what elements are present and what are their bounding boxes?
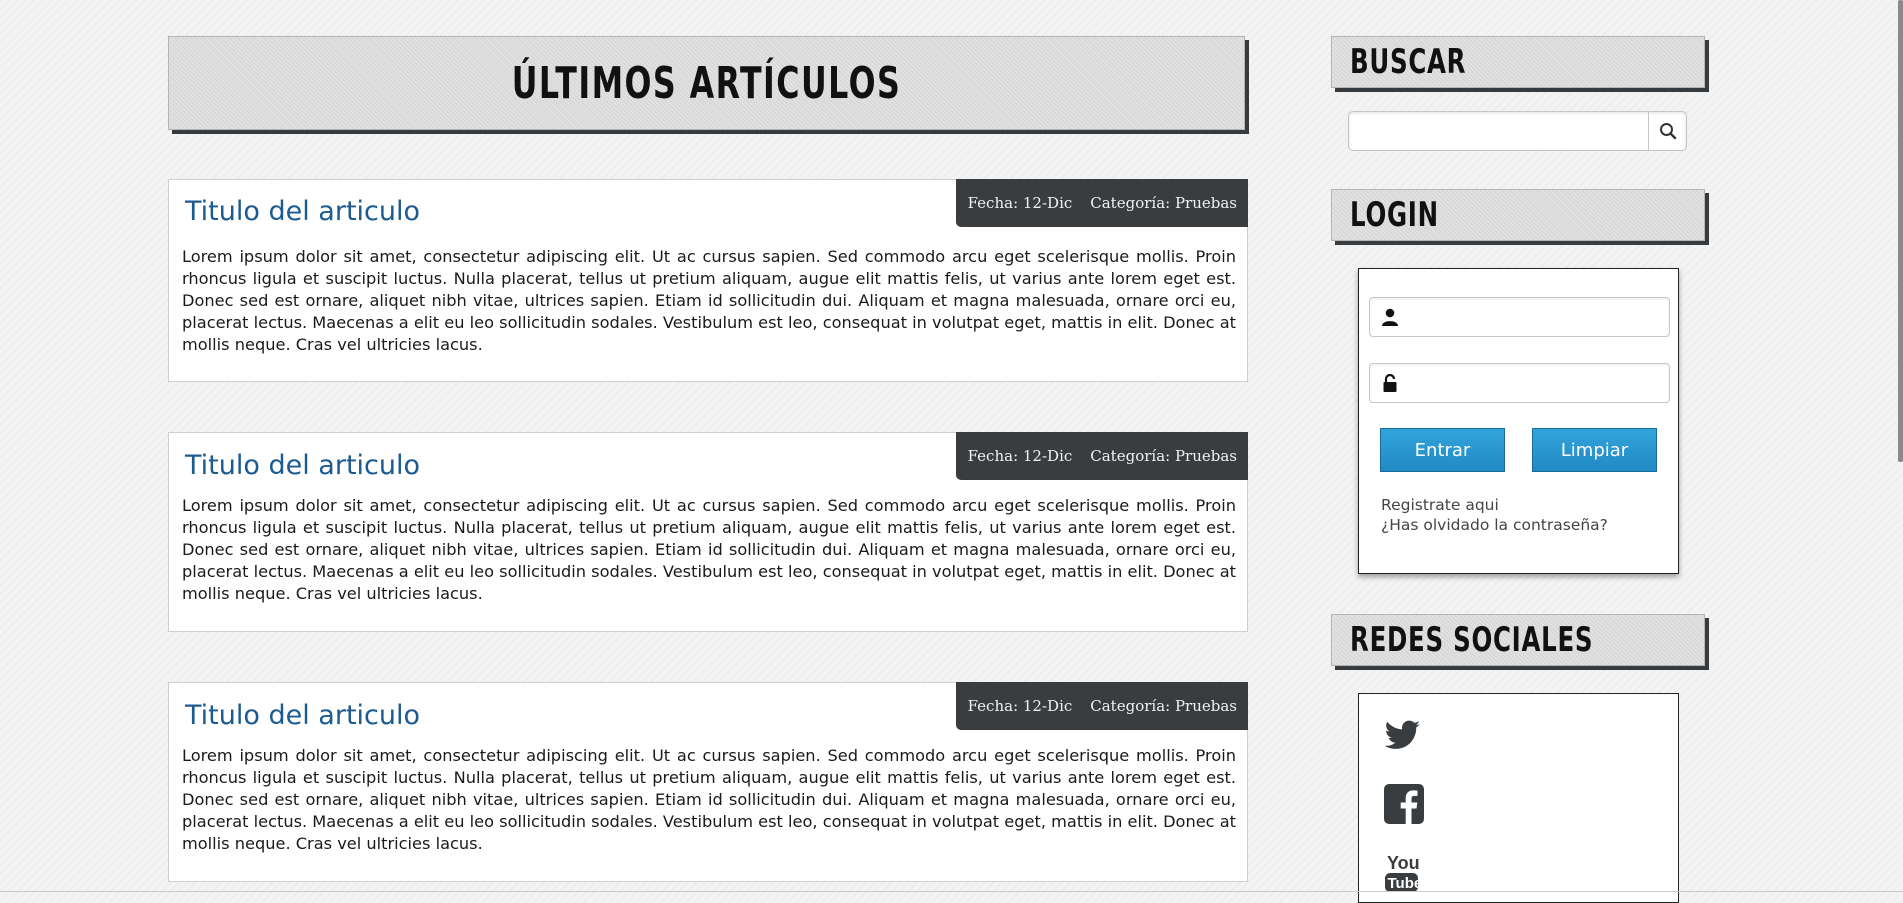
social-heading: REDES SOCIALES	[1350, 620, 1594, 660]
article-date: Fecha: 12-Dic	[967, 447, 1073, 465]
article-category[interactable]: Categoría: Pruebas	[1090, 447, 1237, 465]
social-panel: You Tube	[1358, 693, 1679, 903]
article-meta-bar: Fecha: 12-Dic Categoría: Pruebas	[955, 682, 1248, 730]
article-title-link[interactable]: Titulo del articulo	[185, 450, 420, 481]
register-link[interactable]: Registrate aqui	[1381, 496, 1499, 514]
article-date: Fecha: 12-Dic	[967, 697, 1073, 715]
article-category[interactable]: Categoría: Pruebas	[1090, 697, 1237, 715]
search-box	[1348, 111, 1687, 151]
article-card: Fecha: 12-Dic Categoría: Pruebas Titulo …	[168, 179, 1248, 382]
article-category[interactable]: Categoría: Pruebas	[1090, 194, 1237, 212]
svg-text:Tube: Tube	[1388, 875, 1421, 892]
login-panel: Entrar Limpiar Registrate aqui ¿Has olvi…	[1358, 268, 1679, 574]
article-body: Lorem ipsum dolor sit amet, consectetur …	[182, 247, 1236, 354]
search-input[interactable]	[1349, 112, 1649, 150]
login-clear-button[interactable]: Limpiar	[1532, 428, 1657, 472]
search-heading-box: BUSCAR	[1331, 36, 1705, 88]
article-meta-bar: Fecha: 12-Dic Categoría: Pruebas	[955, 432, 1248, 480]
article-body: Lorem ipsum dolor sit amet, consectetur …	[182, 746, 1236, 853]
username-field[interactable]	[1369, 297, 1670, 338]
login-heading-box: LOGIN	[1331, 189, 1705, 241]
svg-text:You: You	[1387, 853, 1420, 873]
article-meta-bar: Fecha: 12-Dic Categoría: Pruebas	[955, 179, 1248, 227]
username-input[interactable]	[1404, 298, 1668, 338]
login-heading: LOGIN	[1350, 195, 1439, 235]
search-button[interactable]	[1648, 112, 1686, 150]
password-input[interactable]	[1404, 364, 1668, 404]
search-heading: BUSCAR	[1350, 42, 1467, 82]
password-field[interactable]	[1369, 363, 1670, 404]
scrollbar[interactable]	[1898, 0, 1903, 462]
twitter-icon[interactable]	[1383, 720, 1421, 754]
social-heading-box: REDES SOCIALES	[1331, 614, 1705, 666]
article-title-link[interactable]: Titulo del articulo	[185, 196, 420, 227]
article-card: Fecha: 12-Dic Categoría: Pruebas Titulo …	[168, 432, 1248, 632]
main-heading-box: ÚLTIMOS ARTÍCULOS	[168, 36, 1245, 130]
page-title: ÚLTIMOS ARTÍCULOS	[511, 57, 902, 109]
forgot-password-link[interactable]: ¿Has olvidado la contraseña?	[1381, 516, 1608, 534]
lock-icon	[1378, 364, 1402, 402]
article-title-link[interactable]: Titulo del articulo	[185, 700, 420, 731]
user-icon	[1378, 298, 1402, 336]
article-date: Fecha: 12-Dic	[967, 194, 1073, 212]
article-body: Lorem ipsum dolor sit amet, consectetur …	[182, 496, 1236, 603]
article-card: Fecha: 12-Dic Categoría: Pruebas Titulo …	[168, 682, 1248, 882]
search-icon	[1659, 123, 1676, 140]
login-submit-button[interactable]: Entrar	[1380, 428, 1505, 472]
facebook-icon[interactable]	[1384, 784, 1424, 828]
